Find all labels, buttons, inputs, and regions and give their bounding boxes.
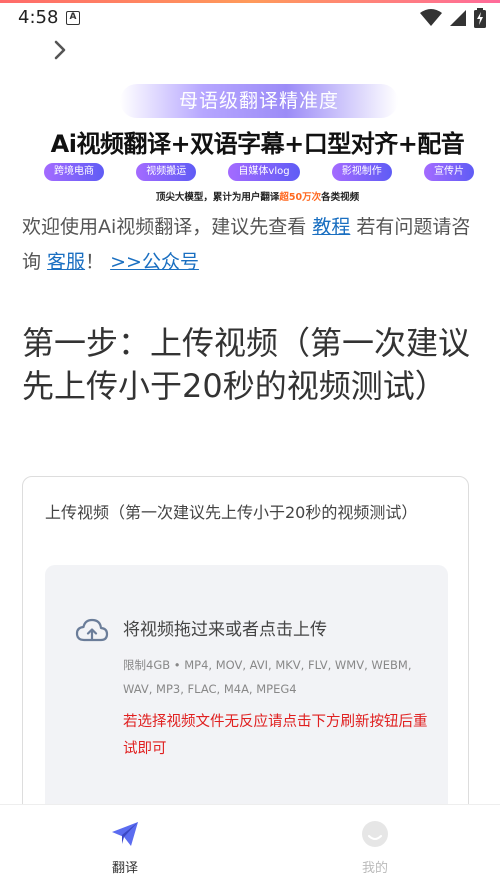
status-icons	[420, 8, 486, 28]
bottom-tab-bar: 翻译 我的	[0, 804, 500, 888]
upload-drop-zone[interactable]: 将视频拖过来或者点击上传 限制4GB • MP4, MOV, AVI, MKV,…	[45, 565, 448, 835]
welcome-text: 欢迎使用Ai视频翻译，建议先查看 教程 若有问题请咨询 客服！ >>公众号	[22, 210, 482, 280]
drop-title: 将视频拖过来或者点击上传	[123, 620, 327, 640]
a-badge-icon: A	[66, 11, 80, 25]
banner-tag: 跨境电商	[44, 163, 104, 181]
cloud-upload-icon	[75, 618, 109, 642]
drop-limits: 限制4GB • MP4, MOV, AVI, MKV, FLV, WMV, WE…	[123, 658, 412, 696]
chevron-right-icon[interactable]	[50, 38, 70, 62]
tab-translate-label: 翻译	[111, 861, 138, 876]
paper-plane-icon	[112, 822, 138, 846]
signal-icon	[450, 10, 466, 26]
banner-tagline: 顶尖大模型，累计为用户翻译超50万次各类视频	[20, 189, 495, 203]
battery-charging-icon	[474, 8, 486, 28]
smiley-face-icon	[362, 821, 388, 847]
upload-card: 上传视频（第一次建议先上传小于20秒的视频测试） 将视频拖过来或者点击上传 限制…	[22, 476, 469, 836]
banner-tag: 影视制作	[331, 163, 392, 181]
banner-tag: 自媒体vlog	[228, 163, 300, 181]
promo-banner[interactable]: 母语级翻译精准度 Ai视频翻译+双语字幕+口型对齐+配音 跨境电商 视频搬运 自…	[20, 80, 495, 208]
tab-mine[interactable]: 我的	[325, 805, 425, 888]
tagline-prefix: 顶尖大模型，累计为用户翻译	[155, 192, 280, 203]
banner-headline: Ai视频翻译+双语字幕+口型对齐+配音	[50, 130, 465, 158]
tagline-highlight: 超50万次	[279, 192, 322, 203]
wifi-icon	[420, 9, 442, 26]
customer-service-link[interactable]: 客服	[47, 251, 85, 273]
welcome-text-3: ！	[85, 251, 111, 273]
tagline-suffix: 各类视频	[321, 192, 360, 203]
drop-warning: 若选择视频文件无反应请点击下方刷新按钮后重试即可	[123, 714, 428, 757]
status-bar: 4:58 A	[0, 3, 500, 33]
banner-tag: 视频搬运	[136, 163, 197, 181]
official-account-link[interactable]: >>公众号	[110, 251, 199, 273]
welcome-text-1: 欢迎使用Ai视频翻译，建议先查看	[22, 216, 313, 238]
tutorial-link[interactable]: 教程	[312, 216, 350, 238]
banner-pill: 母语级翻译精准度	[120, 84, 398, 118]
banner-tags: 跨境电商 视频搬运 自媒体vlog 影视制作 宣传片	[44, 163, 474, 181]
step-title: 第一步：上传视频（第一次建议先上传小于20秒的视频测试）	[22, 324, 471, 405]
tab-mine-label: 我的	[361, 861, 388, 876]
tab-translate[interactable]: 翻译	[75, 805, 175, 888]
banner-tag: 宣传片	[423, 163, 474, 181]
status-time: 4:58	[18, 7, 59, 28]
upload-label: 上传视频（第一次建议先上传小于20秒的视频测试）	[45, 503, 418, 522]
